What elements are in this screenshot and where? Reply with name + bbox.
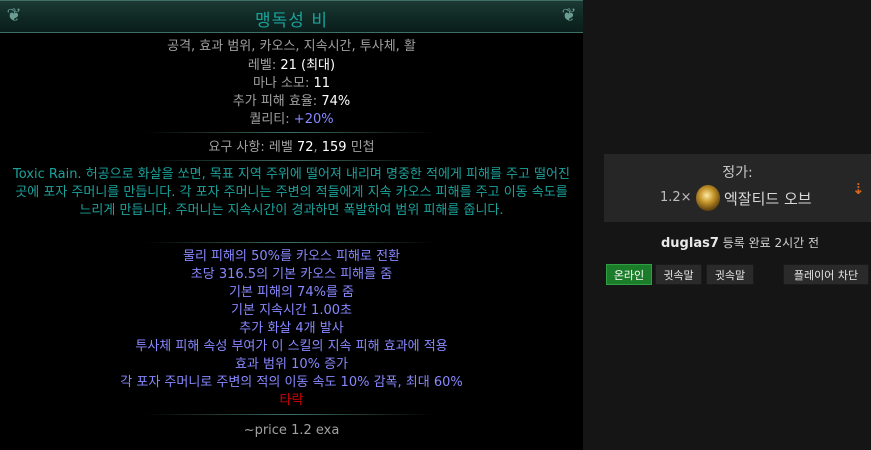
mod-line: 물리 피해의 50%를 카오스 피해로 전환: [183, 249, 400, 264]
separator: [145, 160, 435, 161]
quality-value: +20%: [293, 112, 334, 127]
tooltip-header: ❦ 맹독성 비 ❦: [0, 0, 583, 33]
level-property: 레벨: 21 (최대): [0, 57, 583, 75]
item-tooltip: ❦ 맹독성 비 ❦ 공격, 효과 범위, 카오스, 지속시간, 투사체, 활 레…: [0, 0, 583, 450]
separator: [145, 132, 435, 133]
online-status-button[interactable]: 온라인: [606, 264, 652, 285]
whisper-button[interactable]: 귓속말: [655, 264, 702, 285]
gem-tags: 공격, 효과 범위, 카오스, 지속시간, 투사체, 활: [167, 39, 416, 54]
separator: [145, 242, 435, 243]
effectiveness-property: 추가 피해 효율: 74%: [0, 93, 583, 111]
mod-line: 초당 316.5의 기본 카오스 피해를 줌: [190, 267, 393, 282]
mod-line: 기본 피해의 74%를 줌: [228, 285, 354, 300]
quality-property: 퀄리티: +20%: [0, 111, 583, 129]
mod-line: 기본 지속시간 1.00초: [231, 303, 352, 318]
quality-label: 퀄리티:: [249, 112, 294, 127]
gem-description: Toxic Rain. 허공으로 화살을 쏘면, 목표 지역 주위에 떨어져 내…: [13, 167, 570, 218]
ornament-right-icon: ❦: [561, 5, 577, 26]
seller-name[interactable]: duglas7: [661, 236, 719, 251]
price-amount: 1.2×: [660, 190, 692, 205]
mod-line: 효과 범위 10% 증가: [234, 357, 349, 372]
block-player-button[interactable]: 플레이어 차단: [783, 264, 869, 285]
listing-panel-background: [583, 0, 871, 450]
mod-line: 투사체 피해 속성 부여가 이 스킬의 지속 피해 효과에 적용: [135, 339, 448, 354]
requirements-dex: 159: [321, 140, 347, 155]
requirements-level: 72: [296, 140, 314, 155]
requirements-suffix: 민첩: [346, 140, 375, 155]
effectiveness-value: 74%: [321, 94, 351, 109]
effectiveness-label: 추가 피해 효율:: [232, 94, 322, 109]
price-box: 정가: 1.2× 엑잘티드 오브 ⇣: [604, 154, 871, 222]
mana-value: 11: [313, 76, 331, 91]
mod-line: 추가 화살 4개 발사: [239, 321, 344, 336]
seller-info: duglas7 등록 완료 2시간 전: [661, 234, 819, 251]
mana-label: 마나 소모:: [252, 76, 314, 91]
currency-name: 엑잘티드 오브: [724, 190, 812, 208]
listed-time: 등록 완료 2시간 전: [718, 236, 820, 250]
corrupted-label: 타락: [279, 393, 304, 408]
requirements: 요구 사항: 레벨 72, 159 민첩: [0, 139, 583, 157]
mana-property: 마나 소모: 11: [0, 75, 583, 93]
exalted-orb-icon: [696, 185, 720, 211]
level-label: 레벨:: [247, 58, 281, 73]
price-label: 정가:: [722, 165, 753, 181]
price-note: ~price 1.2 exa: [243, 423, 340, 438]
whisper-button-2[interactable]: 귓속말: [706, 264, 754, 285]
sort-icon[interactable]: ⇣: [852, 180, 865, 198]
separator: [145, 414, 435, 415]
requirements-sep: ,: [313, 140, 322, 155]
requirements-prefix: 요구 사항: 레벨: [208, 140, 297, 155]
level-value: 21 (최대): [280, 58, 336, 73]
mod-line: 각 포자 주머니로 주변의 적의 이동 속도 10% 감폭, 최대 60%: [120, 375, 463, 390]
item-title: 맹독성 비: [255, 11, 328, 31]
